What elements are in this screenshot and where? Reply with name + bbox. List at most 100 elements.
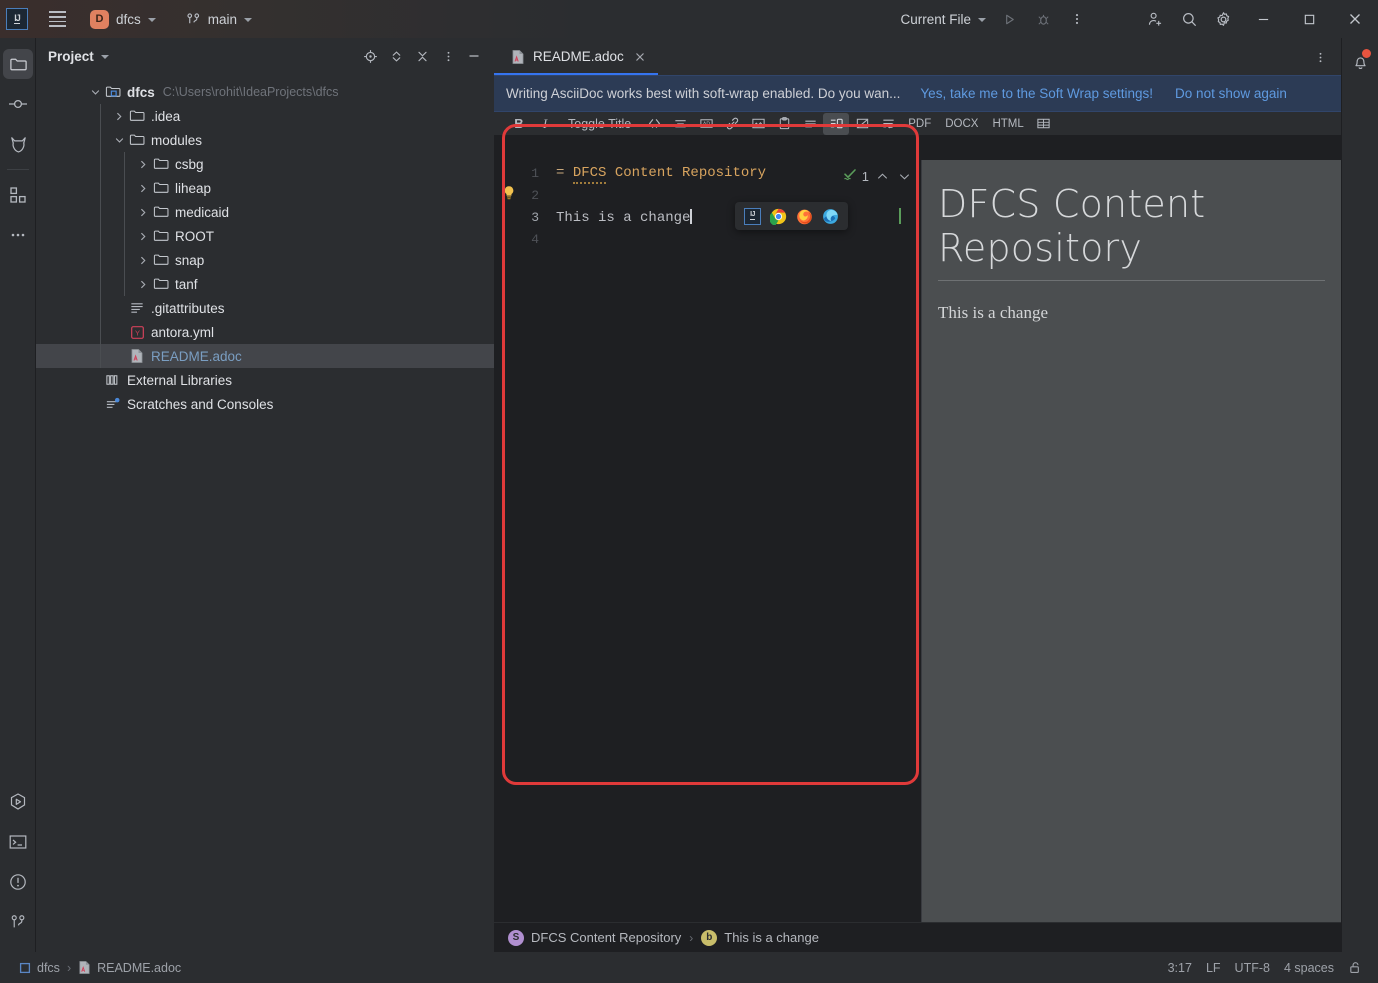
toggle-title-button[interactable]: Toggle Title: [558, 117, 641, 131]
table-icon[interactable]: [1031, 113, 1057, 135]
chevron-down-icon: [147, 18, 156, 22]
paste-image-icon[interactable]: [771, 113, 797, 135]
italic-button[interactable]: I: [532, 113, 558, 135]
chevron-right-icon[interactable]: [136, 176, 151, 200]
breadcrumb-item-block[interactable]: b This is a change: [701, 929, 819, 946]
main-menu-icon[interactable]: [44, 6, 70, 32]
more-actions-button[interactable]: [1060, 4, 1094, 34]
project-selector[interactable]: D dfcs: [84, 7, 162, 31]
chevron-down-icon[interactable]: [100, 55, 109, 59]
chevron-up-icon[interactable]: [873, 168, 891, 186]
tree-item[interactable]: dfcs C:\Users\rohit\IdeaProjects\dfcs: [36, 80, 494, 104]
file-encoding[interactable]: UTF-8: [1230, 957, 1275, 979]
editor-text-content[interactable]: = DFCS Content Repository This is a chan…: [556, 160, 921, 922]
search-everywhere-button[interactable]: [1172, 4, 1206, 34]
export-pdf-button[interactable]: PDF: [901, 114, 938, 134]
chevron-right-icon[interactable]: [136, 224, 151, 248]
editor-tab-options-icon[interactable]: [1309, 46, 1331, 68]
tree-item[interactable]: modules: [36, 128, 494, 152]
editor-split-view: 1 2 3 4 = DFCS Content Repository This i…: [494, 160, 1341, 922]
minimize-button[interactable]: [1240, 0, 1286, 38]
debug-button[interactable]: [1026, 4, 1060, 34]
project-tree: dfcs C:\Users\rohit\IdeaProjects\dfcs .ide…: [36, 74, 494, 416]
tree-item[interactable]: tanf: [36, 272, 494, 296]
project-tool-window: Project dfcs C:\Users\rohit\IdeaProjects…: [36, 38, 494, 952]
project-options-button[interactable]: [436, 44, 460, 68]
code-inline-icon[interactable]: [641, 113, 667, 135]
sidebar-item-terminal[interactable]: [0, 822, 36, 862]
tree-item[interactable]: medicaid: [36, 200, 494, 224]
warning-circle-icon: [10, 874, 26, 890]
run-configuration-selector[interactable]: Current File: [894, 7, 992, 31]
open-in-firefox-icon[interactable]: [796, 208, 813, 225]
code-editor[interactable]: 1 2 3 4 = DFCS Content Repository This i…: [494, 160, 921, 922]
horizontal-rule-icon[interactable]: [667, 113, 693, 135]
breadcrumb-item-section[interactable]: S DFCS Content Repository: [508, 929, 681, 946]
split-editor-icon[interactable]: [823, 112, 850, 135]
status-bar: dfcs › README.adoc 3:17 LF UTF-8 4 space…: [0, 952, 1378, 983]
notification-action-link[interactable]: Yes, take me to the Soft Wrap settings!: [920, 86, 1153, 101]
chevron-right-icon[interactable]: [136, 272, 151, 296]
tree-item[interactable]: snap: [36, 248, 494, 272]
tree-item[interactable]: ROOT: [36, 224, 494, 248]
list-icon[interactable]: [797, 113, 823, 135]
open-in-intellij-browser-icon[interactable]: IJ: [744, 207, 761, 225]
chevron-down-icon[interactable]: [895, 168, 913, 186]
lightbulb-icon[interactable]: [500, 184, 518, 202]
editor-tab-close-icon[interactable]: [632, 49, 648, 65]
sidebar-item-git[interactable]: [0, 902, 36, 942]
chevron-right-icon[interactable]: [112, 104, 127, 128]
indent-setting[interactable]: 4 spaces: [1279, 957, 1339, 979]
notification-dismiss-link[interactable]: Do not show again: [1175, 86, 1287, 101]
notifications-button[interactable]: [1342, 38, 1378, 84]
export-docx-button[interactable]: DOCX: [938, 114, 985, 134]
image-icon[interactable]: [745, 113, 771, 135]
maximize-button[interactable]: [1286, 0, 1332, 38]
chevron-down-icon[interactable]: [112, 128, 127, 152]
tree-item-selected[interactable]: README.adoc: [36, 344, 494, 368]
branch-selector[interactable]: main: [180, 7, 258, 31]
line-separator[interactable]: LF: [1201, 957, 1226, 979]
sidebar-item-structure[interactable]: [0, 175, 36, 215]
run-button[interactable]: [992, 4, 1026, 34]
open-in-chrome-icon[interactable]: [770, 208, 787, 225]
soft-wrap-icon[interactable]: [875, 113, 901, 135]
chevron-right-icon[interactable]: [136, 248, 151, 272]
bold-button[interactable]: B: [506, 113, 532, 135]
settings-button[interactable]: [1206, 4, 1240, 34]
readonly-toggle[interactable]: [1343, 957, 1368, 979]
tree-item[interactable]: Scratches and Consoles: [36, 392, 494, 416]
tree-item[interactable]: csbg: [36, 152, 494, 176]
tree-item[interactable]: External Libraries: [36, 368, 494, 392]
status-breadcrumb-module[interactable]: dfcs: [14, 957, 65, 979]
editor-tab-readme[interactable]: README.adoc: [494, 38, 658, 75]
chevron-right-icon[interactable]: [136, 200, 151, 224]
sidebar-item-more-tool-windows[interactable]: [0, 215, 36, 255]
sidebar-item-commit[interactable]: [0, 84, 36, 124]
link-icon[interactable]: [719, 113, 745, 135]
collapse-all-button[interactable]: [410, 44, 434, 68]
admonition-icon[interactable]: AD: [693, 113, 719, 135]
expand-collapse-button[interactable]: [384, 44, 408, 68]
open-in-edge-icon[interactable]: [822, 208, 839, 225]
sidebar-item-pull-requests[interactable]: [0, 124, 36, 164]
tree-item[interactable]: liheap: [36, 176, 494, 200]
sidebar-item-problems[interactable]: [0, 862, 36, 902]
tree-item[interactable]: Yantora.yml: [36, 320, 494, 344]
caret-position[interactable]: 3:17: [1163, 957, 1197, 979]
export-html-button[interactable]: HTML: [985, 114, 1030, 134]
chevron-right-icon[interactable]: [136, 152, 151, 176]
inspection-check-icon[interactable]: [842, 166, 858, 187]
sidebar-item-run[interactable]: [0, 782, 36, 822]
hide-panel-button[interactable]: [462, 44, 486, 68]
sidebar-item-project[interactable]: [0, 44, 36, 84]
tree-item[interactable]: .idea: [36, 104, 494, 128]
close-button[interactable]: [1332, 0, 1378, 38]
more-horizontal-icon: [11, 233, 25, 237]
tree-item[interactable]: .gitattributes: [36, 296, 494, 320]
hide-preview-icon[interactable]: [849, 113, 875, 135]
status-breadcrumb-file[interactable]: README.adoc: [73, 957, 186, 979]
code-with-me-button[interactable]: [1138, 4, 1172, 34]
select-opened-file-button[interactable]: [358, 44, 382, 68]
chevron-down-icon[interactable]: [88, 80, 103, 104]
